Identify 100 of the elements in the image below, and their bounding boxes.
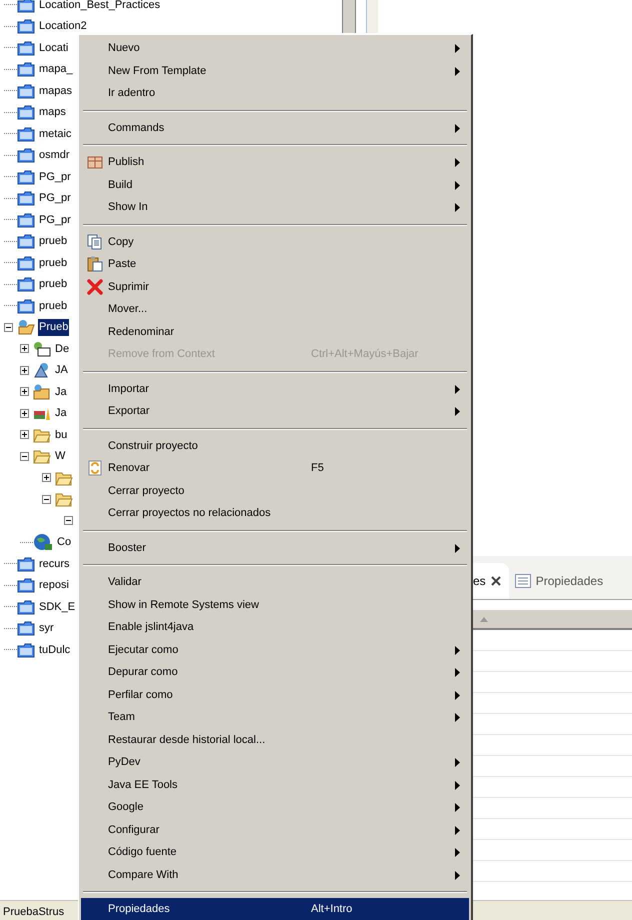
project-folder-icon — [17, 233, 35, 250]
tree-item[interactable]: mapas — [38, 82, 74, 99]
menu-item[interactable]: Commands — [81, 116, 469, 139]
expand-icon[interactable] — [42, 473, 51, 482]
scrollbar[interactable] — [342, 0, 356, 33]
tree-item[interactable]: JA — [54, 362, 69, 378]
menu-item[interactable]: Show in Remote Systems view — [81, 594, 469, 616]
menu-item[interactable]: Configurar — [81, 818, 469, 841]
close-icon[interactable] — [490, 576, 501, 586]
menu-item[interactable]: Enable jslint4java — [81, 616, 469, 638]
descriptor-icon — [33, 340, 51, 357]
expand-icon[interactable] — [20, 387, 29, 396]
menu-item[interactable]: Exportar — [81, 400, 469, 422]
project-folder-icon — [17, 598, 35, 615]
menu-item[interactable]: Build — [81, 174, 469, 196]
menu-item[interactable]: Mover... — [81, 298, 469, 320]
menu-item[interactable]: Publish — [81, 151, 469, 174]
tree-item[interactable]: Prueb — [38, 319, 70, 336]
tree-item[interactable]: Ja — [54, 384, 68, 400]
menu-item[interactable]: Propiedades Alt+Intro — [81, 898, 469, 920]
menu-item[interactable]: Team — [81, 706, 469, 728]
collapse-icon[interactable] — [20, 452, 29, 461]
menu-item[interactable]: Java EE Tools — [81, 774, 469, 796]
tree-item[interactable]: PG_pr — [38, 212, 72, 228]
menu-item[interactable]: Importar — [81, 378, 469, 400]
menu-item[interactable]: Renovar F5 — [81, 457, 469, 480]
project-folder-icon — [17, 147, 35, 164]
menu-item[interactable]: PyDev — [81, 751, 469, 774]
expand-icon[interactable] — [20, 366, 29, 375]
expand-icon[interactable] — [20, 344, 29, 354]
tree-item[interactable]: osmdr — [38, 147, 71, 164]
collapse-icon[interactable] — [64, 516, 73, 526]
project-folder-icon — [17, 254, 35, 271]
copy-icon — [86, 234, 102, 250]
package-icon — [86, 155, 102, 170]
tree-item[interactable]: recurs — [38, 556, 71, 572]
folder-icon — [55, 470, 73, 486]
menu-item[interactable]: Compare With — [81, 864, 469, 886]
project-folder-icon — [17, 212, 35, 228]
menu-item[interactable]: Código fuente — [81, 841, 469, 864]
project-folder-icon — [17, 18, 35, 34]
status-text: PruebaStrus — [3, 905, 64, 920]
menu-item[interactable]: Perfilar como — [81, 684, 469, 706]
tree-item[interactable]: Locati — [38, 40, 70, 56]
expand-icon[interactable] — [20, 430, 29, 440]
collapse-icon[interactable] — [4, 322, 13, 332]
menu-item[interactable]: New From Template — [81, 60, 469, 82]
menu-item[interactable]: Construir proyecto — [81, 434, 469, 457]
project-folder-icon — [17, 168, 35, 185]
menu-item[interactable]: Cerrar proyectos no relacionados — [81, 502, 469, 524]
folder-icon — [55, 491, 73, 508]
tree-item[interactable]: PG_pr — [38, 168, 72, 185]
menu-item[interactable]: Ir adentro — [81, 82, 469, 104]
project-folder-icon — [17, 620, 35, 636]
project-folder-icon — [17, 190, 35, 206]
menu-item[interactable]: Paste — [81, 253, 469, 276]
tree-item[interactable]: prueb — [38, 233, 68, 250]
menu-item[interactable]: Depurar como — [81, 661, 469, 684]
tree-item[interactable]: syr — [38, 620, 55, 636]
folder-icon — [33, 426, 51, 443]
project-folder-icon — [17, 126, 35, 142]
web-project-icon — [17, 319, 35, 336]
tree-item[interactable]: mapa_ — [38, 61, 74, 78]
project-folder-icon — [17, 276, 35, 292]
menu-item[interactable]: Booster — [81, 536, 469, 559]
tree-item[interactable]: W — [54, 448, 66, 464]
tree-item[interactable]: prueb — [38, 254, 68, 271]
menu-item[interactable]: Restaurar desde historial local... — [81, 728, 469, 751]
menu-item[interactable]: Google — [81, 796, 469, 818]
tree-item[interactable]: prueb — [38, 298, 68, 314]
tree-item[interactable]: SDK_E — [38, 598, 76, 615]
menu-item[interactable]: Cerrar proyecto — [81, 480, 469, 502]
tree-item[interactable]: Ja — [54, 405, 68, 422]
menu-item[interactable]: Nuevo — [81, 37, 469, 60]
menu-item[interactable]: Copy — [81, 230, 469, 253]
menu-item[interactable]: Suprimir — [81, 276, 469, 298]
refresh-icon — [86, 460, 102, 476]
project-folder-icon — [17, 104, 35, 120]
panel-tab[interactable]: es — [470, 563, 509, 599]
tree-item[interactable]: tuDulc — [38, 642, 72, 658]
tree-item[interactable]: De — [54, 340, 70, 357]
expand-icon[interactable] — [20, 408, 29, 418]
menu-item[interactable]: Ejecutar como — [81, 638, 469, 661]
tree-item[interactable]: metaic — [38, 126, 72, 142]
tree-item[interactable]: maps — [38, 104, 67, 120]
project-folder-icon — [17, 556, 35, 572]
tree-item[interactable]: PG_pr — [38, 190, 72, 206]
collapse-icon[interactable] — [42, 494, 51, 504]
globe-icon — [33, 533, 53, 552]
project-folder-icon — [17, 577, 35, 594]
menu-item[interactable]: Validar — [81, 571, 469, 594]
tree-item[interactable]: prueb — [38, 276, 68, 292]
panel-tab[interactable]: Propiedades — [508, 563, 606, 599]
tree-item[interactable]: bu — [54, 426, 68, 443]
menu-item[interactable]: Redenominar — [81, 320, 469, 343]
tree-item[interactable]: reposi — [38, 577, 70, 594]
project-folder-icon — [17, 82, 35, 99]
menu-item[interactable]: Show In — [81, 196, 469, 218]
tree-item[interactable]: Location2 — [38, 18, 88, 34]
tree-item[interactable]: Co — [56, 534, 72, 550]
